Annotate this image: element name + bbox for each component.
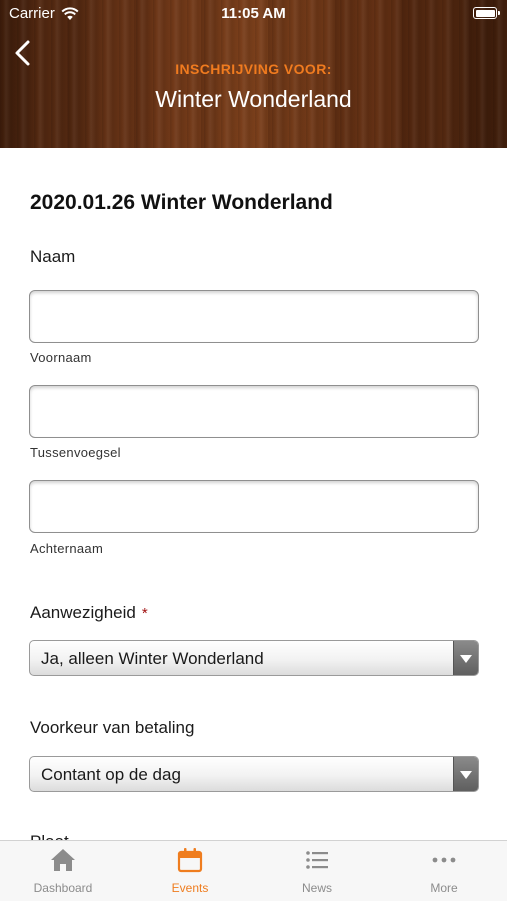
tab-label: Events bbox=[171, 881, 209, 895]
registration-form: 2020.01.26 Winter Wonderland Naam Voorna… bbox=[0, 148, 507, 840]
status-bar: Carrier 11:05 AM bbox=[0, 0, 507, 28]
attendance-label: Aanwezigheid * bbox=[30, 603, 148, 623]
list-icon bbox=[306, 851, 328, 869]
calendar-icon bbox=[177, 848, 203, 873]
dropdown-arrow-icon bbox=[453, 641, 478, 675]
header: Carrier 11:05 AM INSCHRIJVING VOOR: Wint… bbox=[0, 0, 507, 148]
tab-bar: Dashboard Events News More bbox=[0, 840, 507, 901]
event-title: 2020.01.26 Winter Wonderland bbox=[30, 191, 333, 214]
required-marker: * bbox=[141, 605, 148, 622]
last-name-sublabel: Achternaam bbox=[30, 541, 104, 556]
header-title: Winter Wonderland bbox=[155, 86, 352, 112]
payment-select[interactable]: Contant op de dag bbox=[29, 756, 479, 792]
middle-name-sublabel: Tussenvoegsel bbox=[30, 445, 121, 460]
attendance-select[interactable]: Ja, alleen Winter Wonderland bbox=[29, 640, 479, 676]
attendance-selected-value: Ja, alleen Winter Wonderland bbox=[41, 649, 264, 668]
name-label: Naam bbox=[30, 247, 76, 266]
more-dots-icon bbox=[432, 857, 456, 863]
tab-label: More bbox=[430, 881, 458, 895]
battery-icon bbox=[473, 7, 500, 19]
tab-more[interactable]: More bbox=[381, 841, 507, 901]
tab-events[interactable]: Events bbox=[127, 841, 253, 901]
header-subtitle: INSCHRIJVING VOOR: bbox=[175, 61, 332, 77]
middle-name-input[interactable] bbox=[29, 385, 479, 438]
status-time: 11:05 AM bbox=[221, 5, 286, 22]
dropdown-arrow-icon bbox=[453, 757, 478, 791]
tab-label: Dashboard bbox=[33, 881, 93, 895]
first-name-sublabel: Voornaam bbox=[30, 350, 92, 365]
tab-dashboard[interactable]: Dashboard bbox=[0, 841, 126, 901]
payment-selected-value: Contant op de dag bbox=[41, 765, 181, 784]
tab-news[interactable]: News bbox=[254, 841, 380, 901]
last-name-input[interactable] bbox=[29, 480, 479, 533]
tab-label: News bbox=[301, 881, 332, 895]
first-name-input[interactable] bbox=[29, 290, 479, 343]
payment-label: Voorkeur van betaling bbox=[30, 718, 195, 737]
home-icon bbox=[51, 849, 75, 871]
attendance-label-text: Aanwezigheid bbox=[30, 603, 136, 622]
next-field-label: Plaat bbox=[30, 832, 69, 840]
